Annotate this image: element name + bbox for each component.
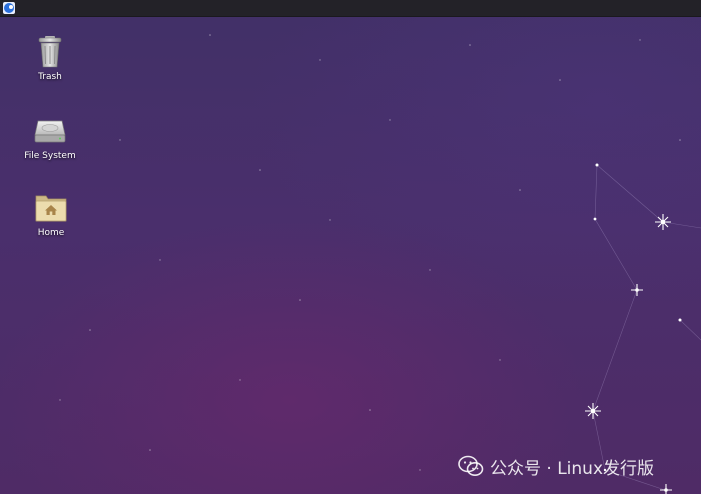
desktop-screen: Trash File System Home 公众号 · Linux发行版 <box>0 0 701 494</box>
file-system-label: File System <box>24 151 76 161</box>
home-label: Home <box>37 228 65 238</box>
trash-icon <box>32 34 68 70</box>
home-folder-icon <box>33 190 69 226</box>
desktop-icon-home[interactable]: Home <box>19 190 83 238</box>
wechat-logo-icon <box>458 455 484 477</box>
desktop-icon-file-system[interactable]: File System <box>18 113 82 161</box>
whisker-menu-icon[interactable] <box>3 2 15 14</box>
watermark: 公众号 · Linux发行版 <box>458 454 655 479</box>
trash-label: Trash <box>38 72 62 82</box>
desktop-icon-trash[interactable]: Trash <box>18 34 82 82</box>
drive-icon <box>32 113 68 149</box>
top-panel <box>0 0 701 17</box>
watermark-text: 公众号 · Linux发行版 <box>490 458 655 479</box>
constellation-graphic <box>59 34 701 494</box>
